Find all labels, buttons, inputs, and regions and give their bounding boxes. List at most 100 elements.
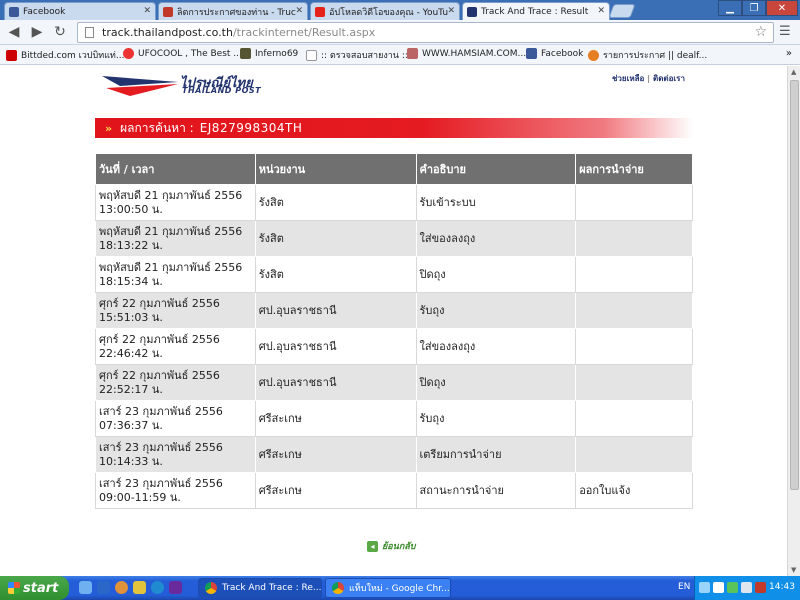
forward-arrow-icon[interactable]: ▶ [27,23,47,41]
new-tab-button[interactable] [608,4,636,18]
bookmark-star-icon[interactable]: ☆ [754,24,767,40]
reload-icon[interactable]: ↻ [50,23,70,41]
close-icon[interactable]: ✕ [447,6,455,16]
vertical-scrollbar[interactable]: ▲ ▼ [787,66,800,576]
separator: | [647,74,651,83]
tab-facebook[interactable]: Facebook ✕ [4,2,156,20]
cell-description: ปิดถุง [415,256,577,293]
taskbar-button-new-tab[interactable]: แท็บใหม่ - Google Chr... [325,578,451,598]
firefox-icon[interactable] [115,581,128,594]
table-row: ศุกร์ 22 กุมภาพันธ์ 2556 22:46:42 น. ศป.อ… [95,328,693,365]
bookmark-label: Inferno69 [255,48,299,59]
cell-datetime: พฤหัสบดี 21 กุมภาพันธ์ 2556 18:15:34 น. [95,256,256,293]
bookmark-item[interactable]: Inferno69 [240,48,298,59]
cell-datetime: เสาร์ 23 กุมภาพันธ์ 2556 07:36:37 น. [95,400,256,437]
browser-tab-strip: Facebook ✕ ลิตการประกาศของท่าน - Truc ✕ … [0,0,800,20]
date-text: พฤหัสบดี 21 กุมภาพันธ์ 2556 [99,224,243,238]
cell-office: ศป.อุบลราชธานี [254,364,417,401]
cell-result [575,292,693,329]
cell-datetime: ศุกร์ 22 กุมภาพันธ์ 2556 22:52:17 น. [95,364,256,401]
bookmark-label: Facebook [541,48,584,59]
logo-swoosh-icon [102,76,178,96]
tracking-table: วันที่ / เวลา หน่วยงาน คำอธิบาย ผลการนำจ… [95,153,693,509]
bookmark-icon [588,49,599,61]
tab-youtube[interactable]: อัปโหลดวิดีโอของคุณ - YouTu ✕ [310,2,460,20]
bookmark-label: :: ตรวจสอบสายงาน :: [321,51,408,61]
bookmark-label: Bittded.com เวปบิทแท่... [21,51,125,61]
taskbar-button-track-and-trace[interactable]: Track And Trace : Re... [198,578,322,598]
facebook-icon [9,6,19,17]
bookmark-icon [6,49,17,61]
tray-icon[interactable] [741,582,752,593]
column-header-description: คำอธิบาย [415,153,577,185]
maximize-button[interactable]: ❐ [742,0,766,16]
cell-office: รังสิต [254,220,417,257]
cell-result [575,436,693,473]
cell-result [575,400,693,437]
tray-icon[interactable] [699,582,710,593]
bookmark-item[interactable]: UFOCOOL , The Best ... [123,48,242,59]
chrome-icon [205,582,217,594]
scrollbar-thumb[interactable] [790,80,799,490]
back-link[interactable]: ◂ ย้อนกลับ [367,539,416,553]
scroll-down-icon[interactable]: ▼ [791,566,796,574]
cell-description: ใส่ของลงถุง [415,220,577,257]
table-row: เสาร์ 23 กุมภาพันธ์ 2556 07:36:37 น. ศรีส… [95,400,693,437]
bookmark-item[interactable]: Facebook [526,48,583,59]
contact-link[interactable]: ติดต่อเรา [653,74,685,83]
cell-office: รังสิต [254,184,417,221]
start-button[interactable]: start [0,576,69,600]
tab-truc[interactable]: ลิตการประกาศของท่าน - Truc ✕ [158,2,308,20]
address-bar[interactable]: track.thailandpost.co.th/trackinternet/R… [77,22,774,43]
tray-icon[interactable] [727,582,738,593]
close-icon[interactable]: ✕ [597,6,605,16]
tab-title: Facebook [23,6,66,17]
date-text: ศุกร์ 22 กุมภาพันธ์ 2556 [99,368,220,382]
tab-track-and-trace[interactable]: Track And Trace : Result ✕ [462,2,610,20]
bookmark-item[interactable]: WWW.HAMSIAM.COM... [407,48,526,59]
bookmarks-bar: Bittded.com เวปบิทแท่... UFOCOOL , The B… [0,45,800,65]
tab-title: อัปโหลดวิดีโอของคุณ - YouTu [329,7,449,18]
cell-description: สถานะการนำจ่าย [415,472,577,509]
cell-datetime: ศุกร์ 22 กุมภาพันธ์ 2556 15:51:03 น. [95,292,256,329]
taskbar-button-label: แท็บใหม่ - Google Chr... [349,584,450,594]
table-row: พฤหัสบดี 21 กุมภาพันธ์ 2556 18:15:34 น. ร… [95,256,693,293]
scroll-up-icon[interactable]: ▲ [791,68,796,76]
tray-icon[interactable] [755,582,766,593]
facebook-icon [526,48,537,59]
menu-wrench-icon[interactable]: ☰ [779,24,791,39]
quicklaunch-icon[interactable] [133,581,146,594]
time-text: 13:00:50 น. [99,202,163,216]
close-window-button[interactable]: ✕ [766,0,798,16]
thailandpost-logo[interactable]: ไปรษณีย์ไทย THAILAND POST [100,70,261,100]
back-label: ย้อนกลับ [382,542,416,552]
bookmark-item[interactable]: รายการประกาศ || dealf... [588,48,707,62]
quicklaunch-icon[interactable] [151,581,164,594]
table-row: พฤหัสบดี 21 กุมภาพันธ์ 2556 13:00:50 น. ร… [95,184,693,221]
time-text: 15:51:03 น. [99,310,163,324]
tray-icon[interactable] [713,582,724,593]
bookmark-icon [407,48,418,59]
close-icon[interactable]: ✕ [295,6,303,16]
result-banner: » ผลการค้นหา : EJ827998304TH [95,118,693,138]
bookmark-item[interactable]: Bittded.com เวปบิทแท่... [6,48,124,62]
cell-result [575,256,693,293]
quicklaunch-icon[interactable] [169,581,182,594]
quicklaunch-icon[interactable] [97,581,110,594]
bookmarks-overflow-icon[interactable]: » [786,48,792,59]
table-row: ศุกร์ 22 กุมภาพันธ์ 2556 22:52:17 น. ศป.อ… [95,364,693,401]
close-icon[interactable]: ✕ [143,6,151,16]
language-indicator[interactable]: EN [678,582,690,592]
start-label: start [23,580,59,596]
minimize-button[interactable]: ▁ [718,0,742,16]
time-text: 09:00-11:59 น. [99,490,181,504]
help-link[interactable]: ช่วยเหลือ [612,74,644,83]
date-text: เสาร์ 23 กุมภาพันธ์ 2556 [99,404,223,418]
quicklaunch-icon[interactable] [79,581,92,594]
cell-office: ศรีสะเกษ [254,436,417,473]
time-text: 07:36:37 น. [99,418,163,432]
back-arrow-icon: ◂ [367,540,378,552]
bookmark-item[interactable]: :: ตรวจสอบสายงาน :: [306,48,408,62]
cell-result [575,184,693,221]
back-arrow-icon[interactable]: ◀ [4,23,24,41]
